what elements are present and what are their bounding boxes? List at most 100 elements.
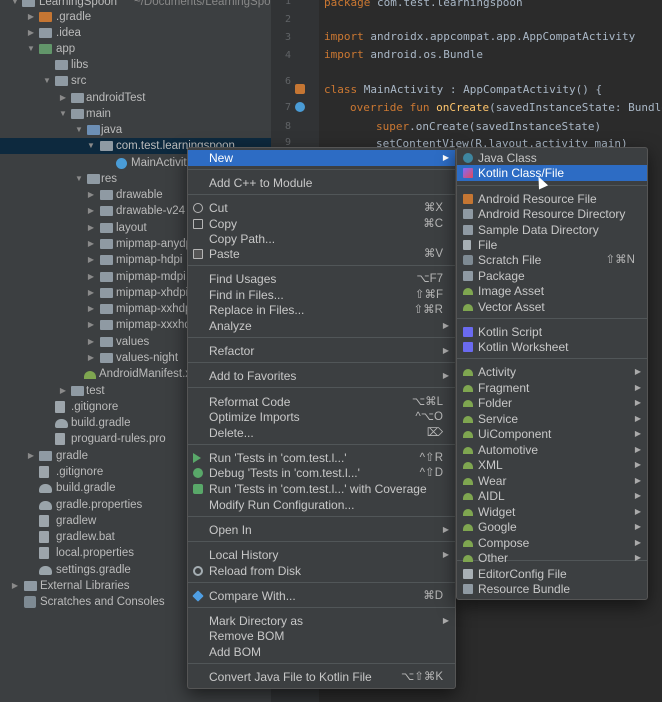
chevron-right-icon[interactable]: ▶ bbox=[86, 350, 96, 366]
new-submenu-item[interactable]: Service ▶ bbox=[457, 411, 647, 427]
new-submenu-item[interactable]: Package bbox=[457, 268, 647, 284]
context-menu-item[interactable]: Copy ⌘C bbox=[188, 216, 455, 232]
new-submenu-item[interactable]: AIDL ▶ bbox=[457, 488, 647, 504]
new-submenu-item[interactable]: Image Asset bbox=[457, 283, 647, 299]
tree-item[interactable]: ▼ src bbox=[0, 73, 271, 89]
chevron-right-icon[interactable]: ▶ bbox=[86, 252, 96, 268]
tree-item[interactable]: ▼ app bbox=[0, 41, 271, 57]
new-submenu-item[interactable]: Sample Data Directory bbox=[457, 222, 647, 238]
context-menu-item[interactable]: New ▶ bbox=[188, 150, 455, 166]
submenu-arrow-icon: ▶ bbox=[442, 346, 449, 355]
new-submenu-item[interactable]: Activity ▶ bbox=[457, 364, 647, 380]
chevron-right-icon[interactable]: ▶ bbox=[86, 236, 96, 252]
chevron-right-icon[interactable]: ▶ bbox=[86, 334, 96, 350]
context-menu-item[interactable]: Debug 'Tests in 'com.test.l...' ^⇧D bbox=[188, 465, 455, 481]
context-menu-item[interactable]: Add BOM bbox=[188, 644, 455, 660]
menu-item-label: Local History bbox=[209, 548, 279, 562]
chevron-right-icon[interactable]: ▶ bbox=[86, 301, 96, 317]
chevron-down-icon[interactable]: ▼ bbox=[74, 171, 84, 187]
context-menu-item[interactable]: Cut ⌘X bbox=[188, 200, 455, 216]
run-gutter-icon[interactable] bbox=[295, 84, 305, 94]
context-menu-item[interactable]: Add C++ to Module bbox=[188, 175, 455, 191]
tree-item[interactable]: ▶ androidTest bbox=[0, 90, 271, 106]
chevron-right-icon[interactable]: ▶ bbox=[86, 220, 96, 236]
chevron-down-icon[interactable]: ▼ bbox=[42, 73, 52, 89]
new-submenu-item[interactable]: Widget ▶ bbox=[457, 504, 647, 520]
new-submenu-item[interactable]: Automotive ▶ bbox=[457, 442, 647, 458]
new-submenu-item[interactable]: Java Class bbox=[457, 150, 647, 166]
menu-item-label: Kotlin Script bbox=[478, 325, 543, 339]
context-menu-item[interactable]: Copy Path... bbox=[188, 231, 455, 247]
context-menu-item[interactable]: Local History ▶ bbox=[188, 547, 455, 563]
chevron-right-icon[interactable]: ▶ bbox=[86, 269, 96, 285]
tree-item[interactable]: ▶ .idea bbox=[0, 25, 271, 41]
context-menu-item[interactable]: Convert Java File to Kotlin File ⌥⇧⌘K bbox=[188, 669, 455, 685]
context-menu-item[interactable]: Refactor ▶ bbox=[188, 343, 455, 359]
context-menu-item[interactable]: Reformat Code ⌥⌘L bbox=[188, 394, 455, 410]
tree-item[interactable]: ▼ main bbox=[0, 106, 271, 122]
menu-separator bbox=[188, 387, 455, 388]
context-menu-item[interactable]: Replace in Files... ⇧⌘R bbox=[188, 302, 455, 318]
new-submenu-item[interactable]: Kotlin Worksheet bbox=[457, 339, 647, 355]
chevron-right-icon[interactable]: ▶ bbox=[58, 90, 68, 106]
new-submenu-item[interactable]: Wear ▶ bbox=[457, 473, 647, 489]
chevron-down-icon[interactable]: ▼ bbox=[74, 122, 84, 138]
tree-item-label: src bbox=[71, 75, 87, 87]
new-submenu-item[interactable]: Other ▶ bbox=[457, 550, 647, 566]
context-menu-item[interactable]: Paste ⌘V bbox=[188, 246, 455, 262]
new-submenu-item[interactable]: Compose ▶ bbox=[457, 535, 647, 551]
chevron-right-icon[interactable]: ▶ bbox=[26, 448, 36, 464]
context-menu-item[interactable]: Modify Run Configuration... bbox=[188, 497, 455, 513]
context-menu-item[interactable]: Run 'Tests in 'com.test.l...' ^⇧R bbox=[188, 450, 455, 466]
chevron-right-icon[interactable]: ▶ bbox=[86, 317, 96, 333]
tree-item-label: mipmap-xhdpi bbox=[116, 287, 189, 299]
chevron-down-icon[interactable]: ▼ bbox=[26, 41, 36, 57]
context-menu-item[interactable]: Run 'Tests in 'com.test.l...' with Cover… bbox=[188, 481, 455, 497]
context-menu-item[interactable]: Remove BOM bbox=[188, 628, 455, 644]
menu-item-label: Optimize Imports bbox=[209, 410, 300, 424]
chevron-down-icon[interactable]: ▼ bbox=[86, 138, 96, 154]
new-submenu-item[interactable]: Vector Asset bbox=[457, 299, 647, 315]
new-submenu-item[interactable]: Google ▶ bbox=[457, 519, 647, 535]
context-menu-item[interactable]: Find in Files... ⇧⌘F bbox=[188, 287, 455, 303]
tree-item[interactable]: ▼ java bbox=[0, 122, 271, 138]
chevron-right-icon[interactable]: ▶ bbox=[86, 187, 96, 203]
chevron-down-icon[interactable]: ▼ bbox=[58, 106, 68, 122]
override-gutter-icon[interactable] bbox=[295, 102, 305, 112]
tree-item[interactable]: ▶ .gradle bbox=[0, 9, 271, 25]
new-submenu-item[interactable]: Fragment ▶ bbox=[457, 380, 647, 396]
context-menu-item[interactable]: Delete... ⌦ bbox=[188, 425, 455, 441]
new-submenu-item[interactable]: Android Resource File bbox=[457, 191, 647, 207]
new-submenu-item[interactable]: Folder ▶ bbox=[457, 395, 647, 411]
chevron-right-icon[interactable]: ▶ bbox=[10, 578, 20, 594]
submenu-arrow-icon: ▶ bbox=[634, 522, 641, 531]
menu-item-label: UiComponent bbox=[478, 427, 552, 441]
context-menu-item[interactable]: Reload from Disk bbox=[188, 563, 455, 579]
submenu-arrow-icon: ▶ bbox=[634, 553, 641, 562]
chevron-right-icon[interactable]: ▶ bbox=[26, 9, 36, 25]
new-submenu-item[interactable]: UiComponent ▶ bbox=[457, 426, 647, 442]
chevron-right-icon[interactable]: ▶ bbox=[86, 203, 96, 219]
context-menu-item[interactable]: Analyze ▶ bbox=[188, 318, 455, 334]
new-submenu-item[interactable]: Kotlin Class/File bbox=[457, 165, 647, 181]
folder-icon bbox=[55, 60, 68, 70]
chevron-right-icon[interactable]: ▶ bbox=[86, 285, 96, 301]
chevron-right-icon[interactable]: ▶ bbox=[26, 25, 36, 41]
context-menu-item[interactable]: Optimize Imports ^⌥O bbox=[188, 409, 455, 425]
context-menu-item[interactable]: Mark Directory as ▶ bbox=[188, 613, 455, 629]
chevron-right-icon[interactable]: ▶ bbox=[58, 383, 68, 399]
new-submenu-item[interactable]: Resource Bundle bbox=[457, 581, 647, 597]
new-submenu-item[interactable]: Android Resource Directory bbox=[457, 206, 647, 222]
new-submenu-item[interactable]: Scratch File ⇧⌘N bbox=[457, 252, 647, 268]
new-submenu-item[interactable]: File bbox=[457, 237, 647, 253]
menu-item-shortcut: ⌘D bbox=[423, 590, 443, 602]
context-menu-item[interactable]: Add to Favorites ▶ bbox=[188, 368, 455, 384]
new-submenu-item[interactable]: EditorConfig File bbox=[457, 566, 647, 582]
context-menu-item[interactable]: Open In ▶ bbox=[188, 522, 455, 538]
tree-item[interactable]: libs bbox=[0, 57, 271, 73]
file-icon bbox=[39, 547, 49, 559]
context-menu-item[interactable]: Find Usages ⌥F7 bbox=[188, 271, 455, 287]
new-submenu-item[interactable]: Kotlin Script bbox=[457, 324, 647, 340]
context-menu-item[interactable]: Compare With... ⌘D bbox=[188, 588, 455, 604]
new-submenu-item[interactable]: XML ▶ bbox=[457, 457, 647, 473]
